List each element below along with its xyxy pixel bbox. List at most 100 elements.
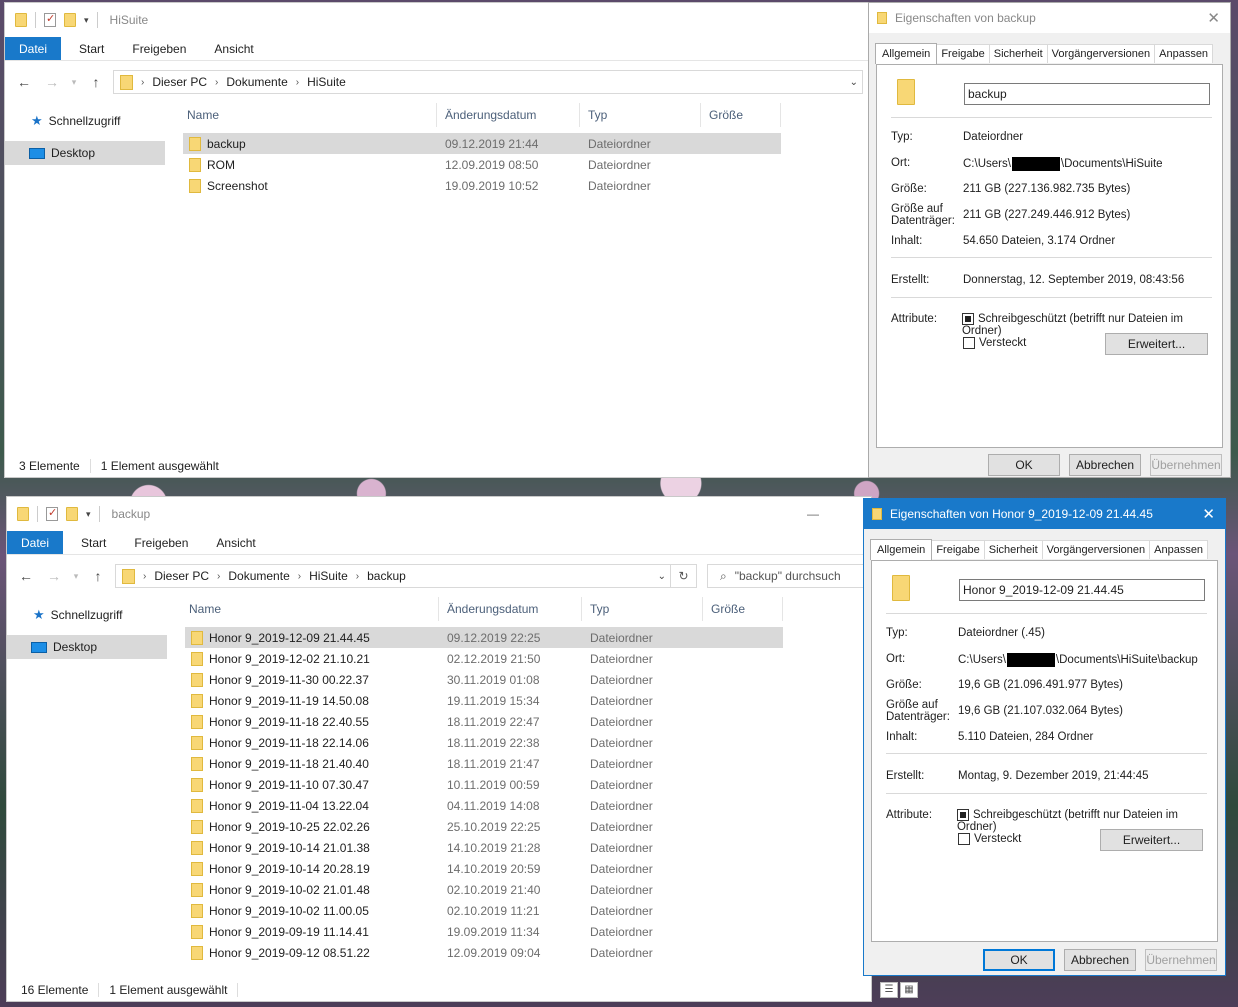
properties-icon[interactable]	[46, 506, 58, 521]
address-box[interactable]: › Dieser PC › Dokumente › HiSuite ⌄	[113, 70, 863, 94]
chevron-down-icon[interactable]: ⌄	[658, 571, 666, 582]
breadcrumb-item[interactable]: backup	[367, 569, 406, 583]
details-view-icon[interactable]: ☰	[880, 982, 898, 998]
file-row[interactable]: Honor 9_2019-10-02 21.01.48 02.10.2019 21…	[185, 879, 783, 900]
apply-button[interactable]: Übernehmen	[1145, 949, 1217, 971]
breadcrumb-item[interactable]: HiSuite	[307, 75, 346, 89]
breadcrumb-item[interactable]: Dokumente	[226, 75, 287, 89]
back-arrow-icon[interactable]: ←	[15, 568, 37, 584]
file-row[interactable]: backup 09.12.2019 21:44 Dateiordner	[183, 133, 781, 154]
customize-toolbar-icon[interactable]: ▾	[84, 15, 89, 26]
chevron-right-icon[interactable]: ›	[356, 571, 359, 582]
nav-item-schnellzugriff[interactable]: ★ Schnellzugriff	[7, 603, 167, 627]
tab-start[interactable]: Start	[61, 37, 118, 60]
column-header-date[interactable]: Änderungsdatum	[437, 103, 580, 127]
file-row[interactable]: Honor 9_2019-12-02 21.10.21 02.12.2019 21…	[185, 648, 783, 669]
tab-freigabe[interactable]: Freigabe	[931, 540, 985, 559]
file-row[interactable]: Honor 9_2019-11-18 22.40.55 18.11.2019 22…	[185, 711, 783, 732]
tab-sicherheit[interactable]: Sicherheit	[983, 540, 1043, 559]
ok-button[interactable]: OK	[983, 949, 1055, 971]
tab-start[interactable]: Start	[63, 531, 120, 554]
column-header-name[interactable]: Name	[185, 597, 439, 621]
tab-freigeben[interactable]: Freigeben	[120, 531, 202, 554]
breadcrumb-item[interactable]: Dieser PC	[154, 569, 209, 583]
column-header-type[interactable]: Typ	[580, 103, 701, 127]
column-header-size[interactable]: Größe	[701, 103, 781, 127]
refresh-button[interactable]: ↻	[671, 564, 697, 588]
breadcrumb-item[interactable]: HiSuite	[309, 569, 348, 583]
chevron-right-icon[interactable]: ›	[296, 77, 299, 88]
file-row[interactable]: Honor 9_2019-11-04 13.22.04 04.11.2019 14…	[185, 795, 783, 816]
new-folder-icon[interactable]	[66, 507, 78, 521]
up-arrow-icon[interactable]: ↑	[87, 568, 109, 584]
chevron-right-icon[interactable]: ›	[143, 571, 146, 582]
tab-datei[interactable]: Datei	[7, 531, 64, 554]
file-row[interactable]: Honor 9_2019-11-19 14.50.08 19.11.2019 15…	[185, 690, 783, 711]
tab-ansicht[interactable]: Ansicht	[200, 37, 267, 60]
file-row[interactable]: Honor 9_2019-11-18 21.40.40 18.11.2019 21…	[185, 753, 783, 774]
chevron-right-icon[interactable]: ›	[141, 77, 144, 88]
cancel-button[interactable]: Abbrechen	[1069, 454, 1141, 476]
tab-vorgaengerversionen[interactable]: Vorgängerversionen	[1046, 44, 1156, 63]
file-row[interactable]: Honor 9_2019-10-14 21.01.38 14.10.2019 21…	[185, 837, 783, 858]
file-row[interactable]: Honor 9_2019-12-09 21.44.45 09.12.2019 22…	[185, 627, 783, 648]
file-row[interactable]: Screenshot 19.09.2019 10:52 Dateiordner	[183, 175, 781, 196]
tab-allgemein[interactable]: Allgemein	[870, 539, 933, 560]
back-arrow-icon[interactable]: ←	[13, 74, 35, 90]
folder-name-input[interactable]: backup	[964, 83, 1210, 105]
breadcrumb-item[interactable]: Dokumente	[228, 569, 289, 583]
forward-arrow-icon[interactable]: →	[41, 74, 63, 90]
nav-item-schnellzugriff[interactable]: ★ Schnellzugriff	[5, 109, 165, 133]
file-row[interactable]: Honor 9_2019-10-25 22.02.26 25.10.2019 22…	[185, 816, 783, 837]
large-icons-view-icon[interactable]: ▦	[900, 982, 918, 998]
tab-sicherheit[interactable]: Sicherheit	[988, 44, 1048, 63]
file-row[interactable]: Honor 9_2019-11-10 07.30.47 10.11.2019 00…	[185, 774, 783, 795]
erweitert-button[interactable]: Erweitert...	[1105, 333, 1208, 355]
tab-allgemein[interactable]: Allgemein	[875, 43, 938, 64]
breadcrumb-item[interactable]: Dieser PC	[152, 75, 207, 89]
close-icon[interactable]: ✕	[1207, 9, 1220, 27]
hidden-row[interactable]: Versteckt	[958, 833, 1021, 845]
address-box[interactable]: › Dieser PC › Dokumente › HiSuite › back…	[115, 564, 671, 588]
chevron-right-icon[interactable]: ›	[298, 571, 301, 582]
folder-name-input[interactable]: Honor 9_2019-12-09 21.44.45	[959, 579, 1205, 601]
hidden-row[interactable]: Versteckt	[963, 337, 1026, 349]
cancel-button[interactable]: Abbrechen	[1064, 949, 1136, 971]
recent-chevron-icon[interactable]: ▾	[71, 571, 81, 582]
up-arrow-icon[interactable]: ↑	[85, 74, 107, 90]
nav-item-desktop[interactable]: Desktop	[7, 635, 167, 659]
file-row[interactable]: Honor 9_2019-11-18 22.14.06 18.11.2019 22…	[185, 732, 783, 753]
minimize-icon[interactable]: —	[807, 507, 819, 521]
new-folder-icon[interactable]	[64, 13, 76, 27]
tab-freigabe[interactable]: Freigabe	[936, 44, 990, 63]
file-row[interactable]: Honor 9_2019-11-30 00.22.37 30.11.2019 01…	[185, 669, 783, 690]
search-box[interactable]: ⌕ "backup" durchsuch	[707, 564, 867, 588]
recent-chevron-icon[interactable]: ▾	[69, 77, 79, 88]
file-row[interactable]: Honor 9_2019-09-12 08.51.22 12.09.2019 09…	[185, 942, 783, 963]
column-header-type[interactable]: Typ	[582, 597, 703, 621]
close-icon[interactable]: ✕	[1202, 505, 1215, 523]
properties-icon[interactable]	[44, 12, 56, 27]
forward-arrow-icon[interactable]: →	[43, 568, 65, 584]
column-header-name[interactable]: Name	[183, 103, 437, 127]
column-header-date[interactable]: Änderungsdatum	[439, 597, 582, 621]
chevron-right-icon[interactable]: ›	[217, 571, 220, 582]
customize-toolbar-icon[interactable]: ▾	[86, 509, 91, 520]
apply-button[interactable]: Übernehmen	[1150, 454, 1222, 476]
file-row[interactable]: Honor 9_2019-10-14 20.28.19 14.10.2019 20…	[185, 858, 783, 879]
chevron-right-icon[interactable]: ›	[215, 77, 218, 88]
erweitert-button[interactable]: Erweitert...	[1100, 829, 1203, 851]
tab-anpassen[interactable]: Anpassen	[1149, 540, 1209, 559]
tab-anpassen[interactable]: Anpassen	[1154, 44, 1214, 63]
column-header-size[interactable]: Größe	[703, 597, 783, 621]
tab-datei[interactable]: Datei	[5, 37, 62, 60]
file-row[interactable]: Honor 9_2019-10-02 11.00.05 02.10.2019 11…	[185, 900, 783, 921]
ok-button[interactable]: OK	[988, 454, 1060, 476]
tab-ansicht[interactable]: Ansicht	[202, 531, 269, 554]
file-row[interactable]: Honor 9_2019-09-19 11.14.41 19.09.2019 11…	[185, 921, 783, 942]
nav-item-desktop[interactable]: Desktop	[5, 141, 165, 165]
tab-freigeben[interactable]: Freigeben	[118, 37, 200, 60]
file-row[interactable]: ROM 12.09.2019 08:50 Dateiordner	[183, 154, 781, 175]
tab-vorgaengerversionen[interactable]: Vorgängerversionen	[1041, 540, 1151, 559]
chevron-down-icon[interactable]: ⌄	[850, 77, 858, 88]
